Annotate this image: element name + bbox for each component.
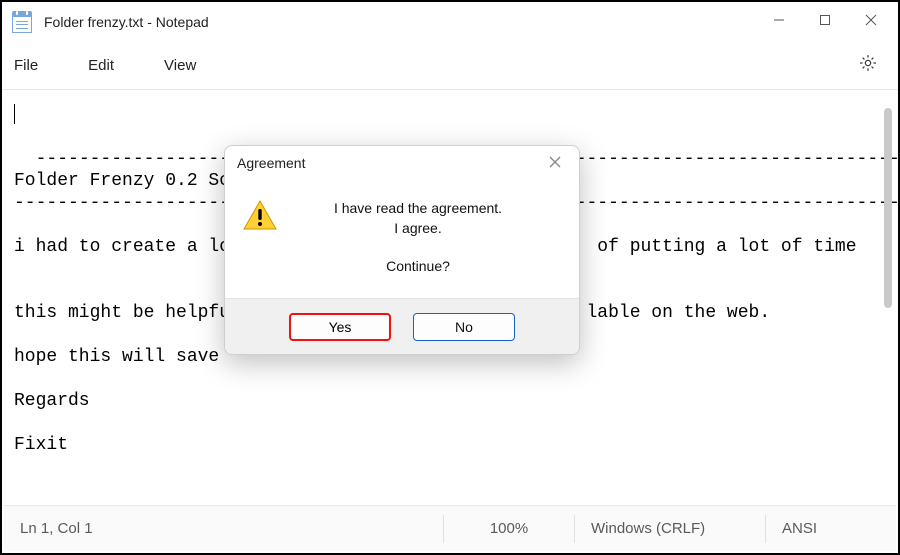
gear-icon (858, 53, 878, 78)
close-icon (549, 155, 561, 171)
dialog-titlebar: Agreement (225, 146, 579, 180)
status-caret-position: Ln 1, Col 1 (4, 506, 443, 551)
scrollbar-thumb[interactable] (884, 108, 892, 308)
dialog-message: I have read the agreement. I agree. Cont… (277, 198, 559, 276)
minimize-icon (773, 13, 785, 31)
dialog-line-2: I agree. (277, 218, 559, 238)
minimize-button[interactable] (756, 2, 802, 42)
warning-icon (243, 200, 277, 230)
close-icon (864, 13, 878, 32)
no-button[interactable]: No (413, 313, 515, 341)
status-line-ending: Windows (CRLF) (575, 506, 765, 551)
maximize-button[interactable] (802, 2, 848, 42)
status-encoding: ANSI (766, 506, 896, 551)
dialog-body: I have read the agreement. I agree. Cont… (225, 180, 579, 298)
menu-view[interactable]: View (148, 49, 212, 82)
window-title: Folder frenzy.txt - Notepad (44, 14, 209, 30)
yes-button[interactable]: Yes (289, 313, 391, 341)
titlebar: Folder frenzy.txt - Notepad (2, 2, 898, 42)
menu-file[interactable]: File (8, 49, 54, 82)
text-caret (14, 104, 15, 124)
dialog-footer: Yes No (225, 298, 579, 354)
menu-edit[interactable]: Edit (72, 49, 130, 82)
dialog-title: Agreement (237, 155, 305, 171)
menubar: File Edit View (2, 42, 898, 90)
agreement-dialog: Agreement I have read the agreement. I a… (224, 145, 580, 355)
settings-button[interactable] (844, 45, 892, 86)
statusbar: Ln 1, Col 1 100% Windows (CRLF) ANSI (4, 505, 896, 551)
vertical-scrollbar[interactable] (881, 94, 895, 502)
window-controls (756, 2, 894, 42)
close-button[interactable] (848, 2, 894, 42)
notepad-icon (12, 11, 32, 33)
dialog-line-1: I have read the agreement. (277, 198, 559, 218)
dialog-line-3: Continue? (277, 256, 559, 276)
maximize-icon (819, 13, 831, 31)
dialog-close-button[interactable] (541, 149, 569, 177)
status-zoom[interactable]: 100% (444, 506, 574, 551)
